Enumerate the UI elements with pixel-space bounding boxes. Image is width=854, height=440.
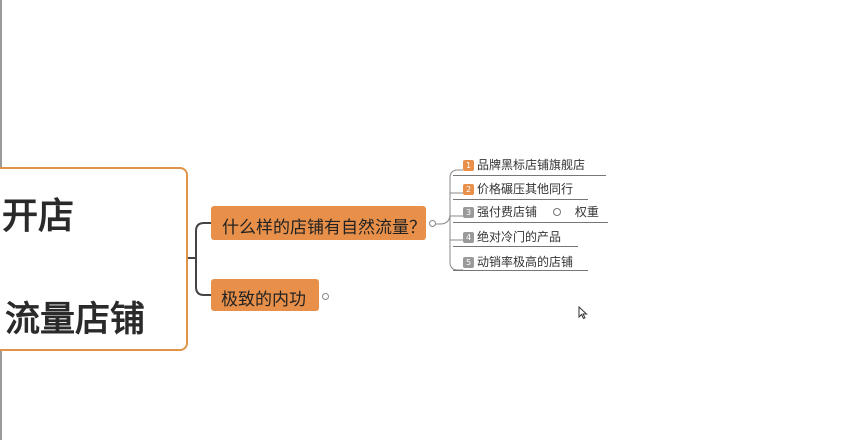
subtopic-label: 价格碾压其他同行	[477, 182, 574, 196]
central-topic-line1: 开店	[2, 196, 75, 237]
subtopic-4[interactable]: 4 绝对冷门的产品	[463, 228, 561, 246]
priority-4-icon: 4	[463, 232, 474, 243]
subtopic-label: 动销率极高的店铺	[477, 255, 574, 269]
subtopic-5[interactable]: 5 动销率极高的店铺	[463, 253, 573, 271]
expand-toggle-icon[interactable]	[322, 293, 329, 300]
subtopic-underline	[453, 270, 588, 271]
subtopic-underline	[453, 246, 578, 247]
mouse-cursor-icon	[578, 306, 588, 320]
subtopic-underline	[453, 222, 608, 223]
subtopic-underline	[453, 175, 606, 176]
topic-label: 极致的内功	[221, 290, 306, 310]
subtopic-label: 强付费店铺	[477, 205, 538, 219]
subtopic-1[interactable]: 1 品牌黑标店铺旗舰店	[463, 156, 585, 174]
central-topic-line2: 流量店铺	[5, 300, 146, 340]
topic-label: 什么样的店铺有自然流量？	[222, 218, 426, 238]
priority-5-icon: 5	[463, 257, 474, 268]
priority-3-icon: 3	[463, 207, 474, 218]
subtopic-3[interactable]: 3 强付费店铺 权重	[463, 203, 599, 221]
subtopic-label: 品牌黑标店铺旗舰店	[477, 158, 586, 172]
collapse-toggle-icon[interactable]	[552, 208, 561, 216]
subtopic-underline	[453, 199, 588, 200]
central-topic[interactable]: 开店 流量店铺	[0, 167, 188, 351]
priority-2-icon: 2	[463, 184, 474, 195]
topic-internal-skills[interactable]: 极致的内功	[211, 279, 319, 311]
collapse-toggle-icon[interactable]	[429, 220, 436, 227]
topic-natural-traffic-shops[interactable]: 什么样的店铺有自然流量？	[211, 206, 426, 240]
priority-1-icon: 1	[463, 160, 474, 171]
subtopic-extra-label: 权重	[574, 205, 599, 219]
subtopic-label: 绝对冷门的产品	[477, 230, 562, 244]
subtopic-2[interactable]: 2 价格碾压其他同行	[463, 180, 573, 198]
